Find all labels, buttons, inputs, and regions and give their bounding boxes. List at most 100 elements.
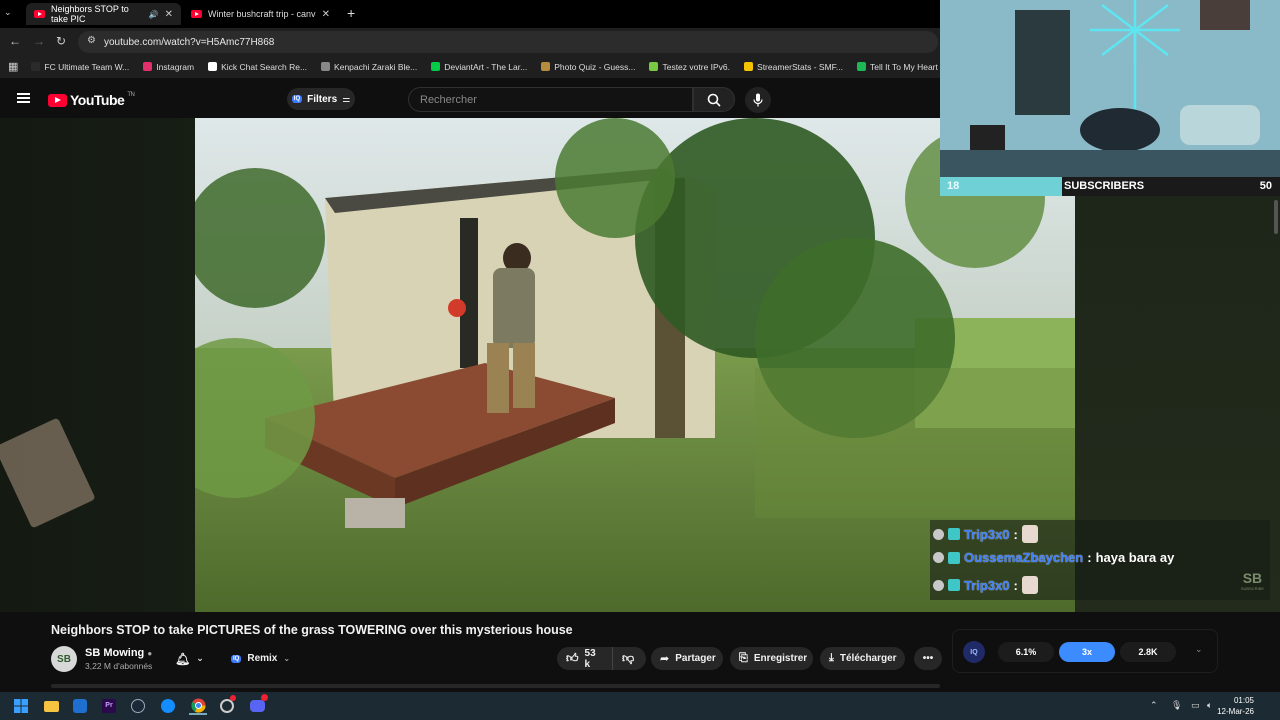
system-clock[interactable]: 01:05 12-Mar-26 <box>1217 695 1254 717</box>
more-dots-icon: ••• <box>922 653 934 664</box>
chrome-icon[interactable] <box>189 697 207 715</box>
like-button[interactable]: 👍︎ 53 k <box>557 647 612 670</box>
download-button[interactable]: ⤓ Télécharger <box>820 647 905 670</box>
obs-icon[interactable] <box>218 695 236 715</box>
search-input[interactable]: Rechercher <box>408 87 693 112</box>
premiere-pro-icon[interactable]: Pr <box>100 697 118 715</box>
search-button[interactable] <box>693 87 735 112</box>
save-button[interactable]: ⎘ Enregistrer <box>730 647 813 670</box>
bookmark-label: Tell It To My Heart -... <box>870 61 940 72</box>
channel-subscribers: 3,22 M d'abonnés <box>85 661 153 671</box>
chat-text: haya bara ay <box>1095 550 1175 565</box>
forward-arrow-icon[interactable]: → <box>33 34 45 48</box>
youtube-logo[interactable]: YouTube TN <box>48 92 135 108</box>
like-count: 53 k <box>584 647 596 670</box>
bookmark-item[interactable]: Kenpachi Zaraki Ble... <box>314 62 424 72</box>
discord-icon[interactable] <box>248 694 268 715</box>
subscriber-goal-bar: 18 SUBSCRIBERS 50 <box>940 177 1280 196</box>
subscriber-badge-icon <box>948 579 960 591</box>
bookmark-item[interactable]: StreamerStats - SMF... <box>737 62 850 72</box>
save-label: Enregistrer <box>753 653 808 664</box>
stat-multiplier[interactable]: 3x <box>1059 642 1115 662</box>
youtube-play-icon <box>48 93 67 107</box>
file-explorer-icon[interactable] <box>42 697 60 715</box>
dislike-button[interactable]: 👎︎ <box>612 647 646 670</box>
tab-winter-bushcraft[interactable]: Winter bushcraft trip - canvas t ✕ <box>183 3 338 25</box>
new-tab-button[interactable]: + <box>347 5 355 21</box>
user-badge-icon <box>933 579 944 591</box>
windows-start-icon[interactable] <box>12 697 30 715</box>
channel-avatar[interactable]: SB <box>51 646 77 672</box>
scrollbar[interactable] <box>1274 200 1278 234</box>
bookmark-label: DeviantArt - The Lar... <box>444 61 528 72</box>
bookmark-item[interactable]: DeviantArt - The Lar... <box>424 62 534 72</box>
bookmark-item[interactable]: FC Ultimate Team W... <box>24 62 136 72</box>
remix-button[interactable]: IQ Remix ⌄ <box>222 647 292 670</box>
verified-icon: ● <box>147 649 153 658</box>
tab-label: Neighbors STOP to take PIC <box>51 4 129 24</box>
bookmarks-bar: ▦ FC Ultimate Team W... Instagram Kick Cha… <box>0 55 940 78</box>
microphone-icon <box>753 93 763 107</box>
chat-username: Trip3x0 <box>964 526 1010 542</box>
subscriber-goal: 50 <box>1259 180 1272 192</box>
bookmark-favicon-icon <box>744 62 754 71</box>
bookmark-item[interactable]: Tell It To My Heart -... <box>850 62 940 72</box>
bookmark-favicon-icon <box>857 62 866 71</box>
speaker-icon[interactable]: 🔊 <box>149 10 159 19</box>
tab-neighbors[interactable]: Neighbors STOP to take PIC 🔊 ✕ <box>26 3 181 25</box>
tray-chevron-up-icon[interactable]: ⌃ <box>1150 700 1158 711</box>
reload-icon[interactable]: ↻ <box>56 34 66 48</box>
apps-grid-icon[interactable]: ▦ <box>8 60 18 73</box>
bookmark-item[interactable]: Instagram <box>136 62 201 72</box>
chat-separator: : <box>1013 577 1018 593</box>
user-badge-icon <box>933 552 944 563</box>
filters-button[interactable]: IQ Filters ⚌ <box>287 88 355 110</box>
close-tab-icon[interactable]: ✕ <box>322 9 330 20</box>
thumbs-up-icon: 👍︎ <box>566 651 579 665</box>
bookmark-label: FC Ultimate Team W... <box>44 61 130 72</box>
watermark-logo-text: SB <box>1242 570 1263 586</box>
stat-count[interactable]: 2.8K <box>1120 642 1176 662</box>
bookmark-favicon-icon <box>431 62 441 71</box>
subscriber-count: 18 <box>947 180 960 192</box>
bookmark-favicon-icon <box>321 62 331 71</box>
chevron-down-icon[interactable]: ⌄ <box>1195 644 1203 655</box>
volume-icon[interactable]: 🔈︎ <box>1207 700 1212 711</box>
channel-watermark[interactable]: SB SUBSCRIBE <box>1241 570 1264 591</box>
tab-strip: ⌄ Neighbors STOP to take PIC 🔊 ✕ Winter … <box>0 0 940 28</box>
address-row: ← → ↻ ⚙ youtube.com/watch?v=H5Amc77H868 <box>0 28 940 55</box>
iq-logo-icon: IQ <box>963 641 985 663</box>
network-icon[interactable]: ▭ <box>1191 700 1200 711</box>
tab-label: Winter bushcraft trip - canvas t <box>208 9 316 19</box>
bookmark-label: Photo Quiz - Guess... <box>554 61 636 72</box>
scroll-divider <box>51 684 940 688</box>
close-tab-icon[interactable]: ✕ <box>165 9 173 20</box>
back-arrow-icon[interactable]: ← <box>9 34 21 48</box>
bookmark-item[interactable]: Photo Quiz - Guess... <box>534 62 642 72</box>
subscriber-badge-icon <box>948 551 960 564</box>
tab-search-chevron-icon[interactable]: ⌄ <box>4 7 12 18</box>
bookmark-label: Instagram <box>156 61 195 72</box>
more-actions-button[interactable]: ••• <box>914 647 942 670</box>
blurred-face-overlay <box>0 417 96 529</box>
voice-search-button[interactable] <box>745 87 771 113</box>
battlenet-icon[interactable] <box>159 697 177 715</box>
youtube-header: YouTube TN IQ Filters ⚌ Rechercher <box>0 78 940 118</box>
chevron-down-icon: ⌄ <box>283 654 291 663</box>
stat-percent[interactable]: 6.1% <box>998 642 1054 662</box>
iq-stats-widget: IQ 6.1% 3x 2.8K ⌄ <box>952 629 1218 673</box>
webcam-image <box>940 0 1280 178</box>
site-info-icon[interactable]: ⚙ <box>87 35 96 46</box>
stream-chat-overlay: Trip3x0 : OussemaZbaychen : haya bara ay… <box>930 520 1270 600</box>
notification-bell-button[interactable]: 🔔︎ ⌄ <box>166 647 216 670</box>
menu-hamburger-icon[interactable] <box>17 93 30 103</box>
share-button[interactable]: ➦ Partager <box>651 647 723 670</box>
outlook-icon[interactable] <box>71 697 89 715</box>
address-bar[interactable]: ⚙ youtube.com/watch?v=H5Amc77H868 <box>78 31 938 53</box>
bookmark-item[interactable]: Testez votre IPv6. <box>642 62 737 72</box>
microphone-tray-icon[interactable]: 🎙︎ <box>1171 700 1182 711</box>
channel-name[interactable]: SB Mowing ● <box>85 647 152 659</box>
iq-icon: IQ <box>291 95 303 103</box>
bookmark-item[interactable]: Kick Chat Search Re... <box>201 62 314 72</box>
steam-icon[interactable] <box>129 697 147 715</box>
